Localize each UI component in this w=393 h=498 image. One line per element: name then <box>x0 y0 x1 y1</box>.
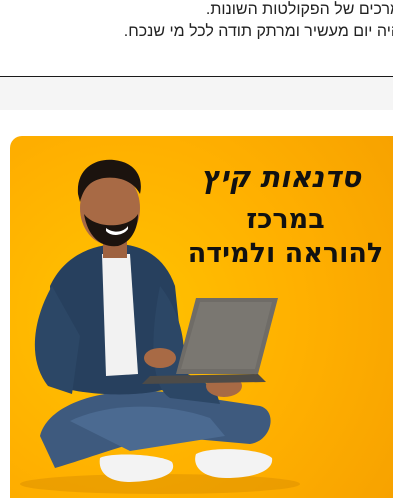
banner-title-line-3: להוראה ולמידה <box>187 238 384 269</box>
article-text: מרכים של הפקולטות השונות. היה יום מעשיר … <box>0 0 393 76</box>
article-text-line-1: מרכים של הפקולטות השונות. <box>205 1 393 18</box>
banner-title-line-1: סדנאות קיץ <box>201 160 361 194</box>
article-text-line-2: היה יום מעשיר ומרתק תודה לכל מי שנכח. <box>123 23 393 40</box>
banner-title-line-2: במרכז <box>246 204 325 235</box>
section-spacer <box>0 77 393 110</box>
summer-workshops-banner[interactable]: סדנאות קיץ במרכז להוראה ולמידה <box>10 136 393 498</box>
